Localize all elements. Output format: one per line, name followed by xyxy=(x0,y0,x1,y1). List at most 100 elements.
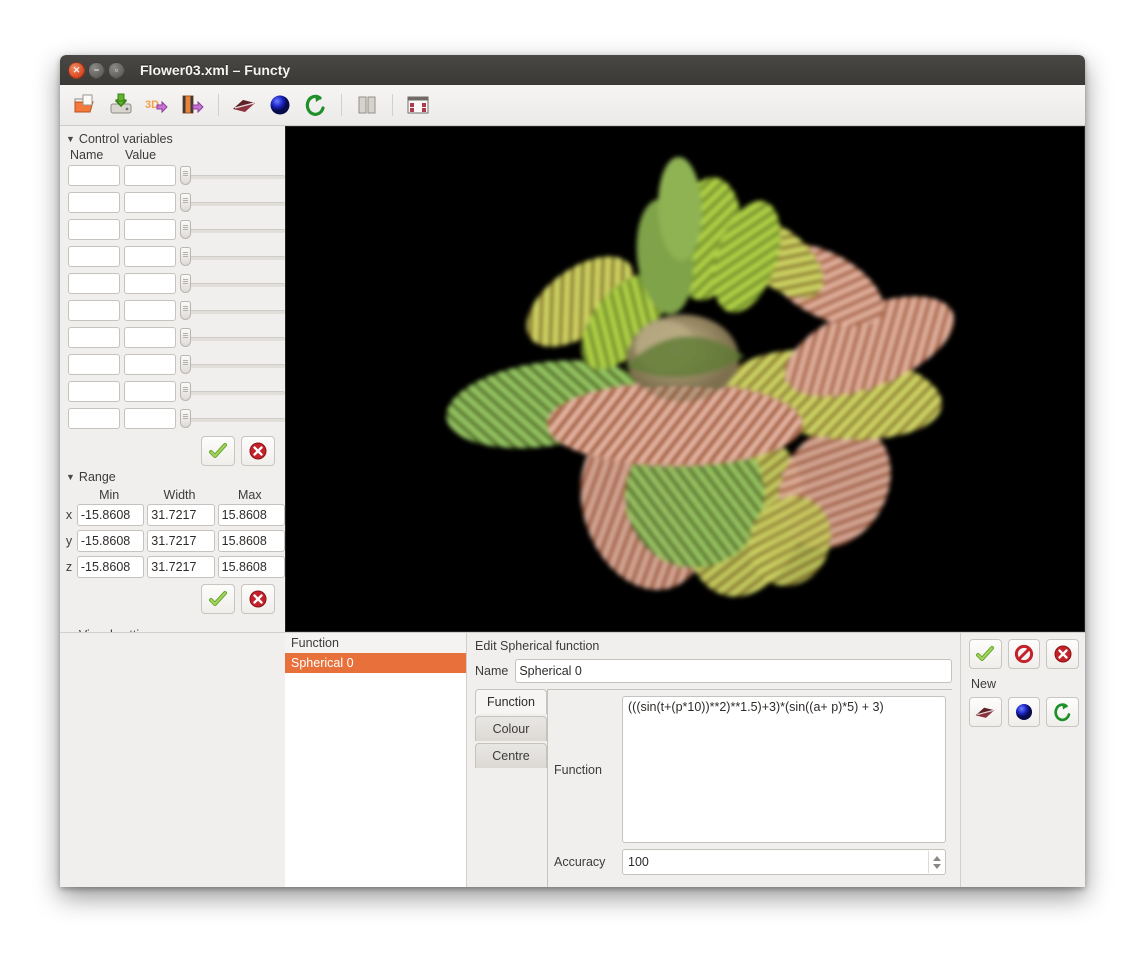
tab-function[interactable]: Function xyxy=(475,689,547,714)
slider-handle[interactable] xyxy=(180,193,191,212)
3d-render-viewport[interactable] xyxy=(285,126,1085,632)
control-variable-name-input[interactable] xyxy=(68,381,120,402)
minimize-button[interactable]: − xyxy=(88,61,105,79)
control-variable-rows xyxy=(60,162,285,432)
chevron-down-icon: ▼ xyxy=(66,471,75,482)
control-variable-slider[interactable] xyxy=(180,381,285,402)
control-variable-name-input[interactable] xyxy=(68,219,120,240)
new-spherical-function-button[interactable] xyxy=(1007,697,1041,727)
control-variable-slider[interactable] xyxy=(180,246,285,267)
new-cartesian-function-button[interactable] xyxy=(969,697,1002,727)
accuracy-spinner[interactable]: 100 xyxy=(622,849,946,875)
function-name-input[interactable]: Spherical 0 xyxy=(515,659,952,683)
range-section-header[interactable]: ▼ Range xyxy=(60,468,285,486)
control-variable-name-input[interactable] xyxy=(68,273,120,294)
function-list-item[interactable]: Spherical 0 xyxy=(285,653,466,673)
maximize-button[interactable]: ▫ xyxy=(108,61,125,79)
slider-groove xyxy=(186,175,285,179)
control-variable-value-input[interactable] xyxy=(124,300,176,321)
slider-handle[interactable] xyxy=(180,166,191,185)
control-variable-slider[interactable] xyxy=(180,354,285,375)
control-variable-value-input[interactable] xyxy=(124,408,176,429)
control-variable-value-input[interactable] xyxy=(124,219,176,240)
export-3d-model-icon[interactable]: 3D xyxy=(140,89,174,121)
titlebar[interactable]: ✕ − ▫ Flower03.xml – Functy xyxy=(60,55,1085,85)
control-variable-value-input[interactable] xyxy=(124,273,176,294)
range-max-input[interactable]: 15.8608 xyxy=(217,504,285,526)
control-variable-slider[interactable] xyxy=(180,219,285,240)
range-max-input[interactable]: 15.8608 xyxy=(217,556,285,578)
slider-handle[interactable] xyxy=(180,301,191,320)
range-axis-label: x xyxy=(65,508,73,522)
control-variables-cancel-button[interactable] xyxy=(241,436,275,466)
control-variable-slider[interactable] xyxy=(180,273,285,294)
editor-action-buttons xyxy=(969,639,1080,669)
add-spherical-function-icon[interactable] xyxy=(263,89,297,121)
slider-handle[interactable] xyxy=(180,274,191,293)
control-variable-name-input[interactable] xyxy=(68,354,120,375)
toggle-panes-icon[interactable] xyxy=(350,89,384,121)
control-variable-value-input[interactable] xyxy=(124,327,176,348)
control-variable-value-input[interactable] xyxy=(124,381,176,402)
delete-function-button[interactable] xyxy=(1046,639,1080,669)
control-variable-name-input[interactable] xyxy=(68,408,120,429)
control-variable-row xyxy=(60,324,285,351)
slider-handle[interactable] xyxy=(180,355,191,374)
control-variable-value-input[interactable] xyxy=(124,354,176,375)
slider-handle[interactable] xyxy=(180,382,191,401)
control-variables-section-header[interactable]: ▼ Control variables xyxy=(60,130,285,148)
toolbar-separator xyxy=(218,94,219,116)
range-width-input[interactable]: 31.7217 xyxy=(147,504,215,526)
tab-colour[interactable]: Colour xyxy=(475,716,547,741)
range-width-input[interactable]: 31.7217 xyxy=(147,556,215,578)
range-min-input[interactable]: -15.8608 xyxy=(76,530,145,552)
control-variables-accept-button[interactable] xyxy=(201,436,235,466)
control-variable-name-input[interactable] xyxy=(68,165,120,186)
control-variable-slider[interactable] xyxy=(180,165,285,186)
range-row: z -15.8608 31.7217 15.8608 xyxy=(60,554,285,580)
add-curve-function-icon[interactable] xyxy=(299,89,333,121)
fullscreen-icon[interactable] xyxy=(401,89,435,121)
revert-function-button[interactable] xyxy=(1007,639,1041,669)
slider-groove xyxy=(186,310,285,314)
range-max-label: Max xyxy=(238,488,262,502)
range-min-input[interactable]: -15.8608 xyxy=(76,504,145,526)
column-value-label: Value xyxy=(125,148,157,162)
slider-handle[interactable] xyxy=(180,409,191,428)
control-variable-name-input[interactable] xyxy=(68,300,120,321)
add-cartesian-function-icon[interactable] xyxy=(227,89,261,121)
control-variable-slider[interactable] xyxy=(180,327,285,348)
close-button[interactable]: ✕ xyxy=(68,61,85,79)
visual-settings-section-header[interactable]: ▼ Visual settings xyxy=(60,626,285,632)
control-variable-value-input[interactable] xyxy=(124,246,176,267)
stepper-up-icon[interactable] xyxy=(933,855,941,861)
save-file-icon[interactable] xyxy=(104,89,138,121)
control-variable-value-input[interactable] xyxy=(124,165,176,186)
control-variable-row xyxy=(60,216,285,243)
control-variable-name-input[interactable] xyxy=(68,246,120,267)
range-cancel-button[interactable] xyxy=(241,584,275,614)
range-min-input[interactable]: -15.8608 xyxy=(76,556,145,578)
slider-handle[interactable] xyxy=(180,247,191,266)
slider-handle[interactable] xyxy=(180,328,191,347)
control-variable-slider[interactable] xyxy=(180,300,285,321)
range-accept-button[interactable] xyxy=(201,584,235,614)
export-animation-icon[interactable] xyxy=(176,89,210,121)
slider-handle[interactable] xyxy=(180,220,191,239)
new-curve-function-button[interactable] xyxy=(1046,697,1080,727)
open-file-icon[interactable] xyxy=(68,89,102,121)
range-width-input[interactable]: 31.7217 xyxy=(147,530,215,552)
accuracy-stepper[interactable] xyxy=(928,851,945,873)
tab-centre[interactable]: Centre xyxy=(475,743,547,768)
control-variable-name-input[interactable] xyxy=(68,327,120,348)
control-variable-name-input[interactable] xyxy=(68,192,120,213)
control-variable-value-input[interactable] xyxy=(124,192,176,213)
accuracy-value[interactable]: 100 xyxy=(623,855,928,869)
function-expression-input[interactable]: (((sin(t+(p*10))**2)**1.5)+3)*(sin((a+ p… xyxy=(622,696,946,843)
apply-function-button[interactable] xyxy=(969,639,1002,669)
range-axis-label: z xyxy=(65,560,73,574)
stepper-down-icon[interactable] xyxy=(933,863,941,869)
control-variable-slider[interactable] xyxy=(180,408,285,429)
control-variable-slider[interactable] xyxy=(180,192,285,213)
range-max-input[interactable]: 15.8608 xyxy=(217,530,285,552)
